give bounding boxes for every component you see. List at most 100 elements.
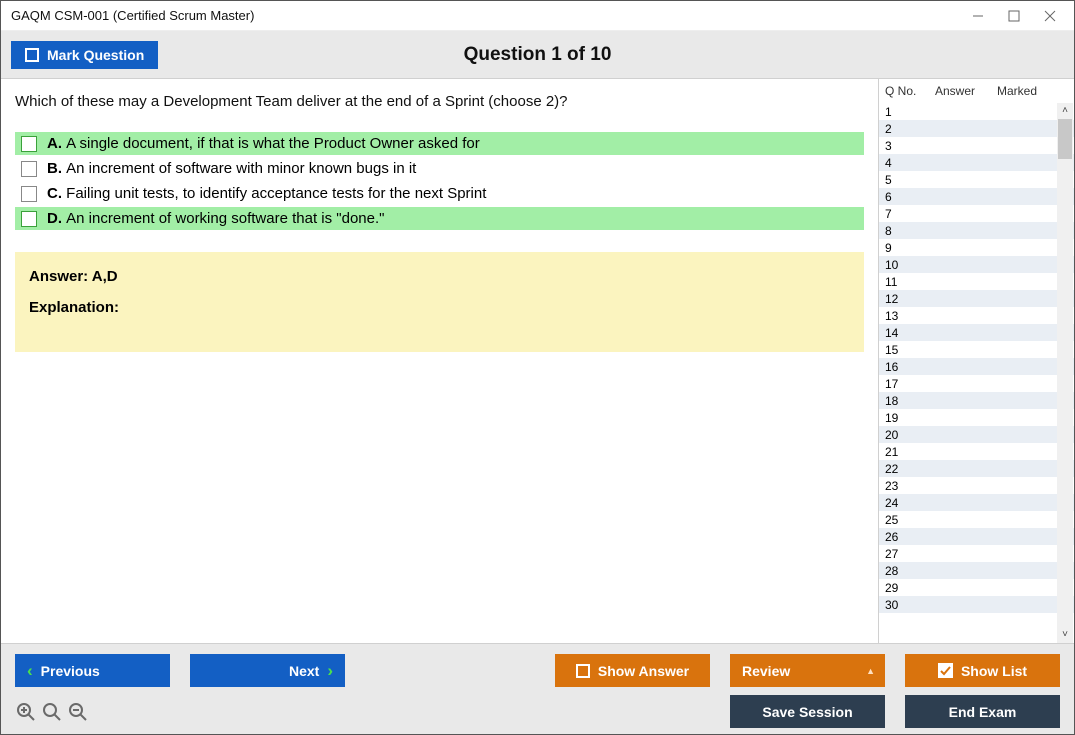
question-list-row[interactable]: 14	[879, 324, 1074, 341]
question-counter: Question 1 of 10	[1, 44, 1074, 66]
zoom-in-button[interactable]	[15, 701, 37, 723]
answer-option[interactable]: C. Failing unit tests, to identify accep…	[15, 182, 864, 205]
qno-cell: 8	[879, 224, 929, 238]
checkbox-icon[interactable]	[21, 136, 37, 152]
question-list-row[interactable]: 25	[879, 511, 1074, 528]
question-list-row[interactable]: 4	[879, 154, 1074, 171]
header-marked: Marked	[991, 84, 1058, 98]
show-list-button[interactable]: Show List	[905, 654, 1060, 687]
previous-label: Previous	[41, 663, 100, 679]
review-button[interactable]: Review ▲	[730, 654, 885, 687]
checkbox-icon[interactable]	[21, 211, 37, 227]
checkbox-icon[interactable]	[21, 186, 37, 202]
question-list-row[interactable]: 22	[879, 460, 1074, 477]
scroll-track[interactable]	[1057, 119, 1073, 627]
question-panel: Which of these may a Development Team de…	[1, 79, 878, 643]
question-list-row[interactable]: 9	[879, 239, 1074, 256]
answer-explanation-box: Answer: A,D Explanation:	[15, 252, 864, 352]
question-list-row[interactable]: 5	[879, 171, 1074, 188]
question-list-row[interactable]: 17	[879, 375, 1074, 392]
zoom-out-icon	[67, 701, 89, 723]
question-list-row[interactable]: 24	[879, 494, 1074, 511]
qno-cell: 19	[879, 411, 929, 425]
save-session-label: Save Session	[762, 704, 852, 720]
question-list-header: Q No. Answer Marked	[879, 79, 1074, 103]
zoom-reset-button[interactable]	[41, 701, 63, 723]
answer-line: Answer: A,D	[29, 268, 850, 285]
question-text: Which of these may a Development Team de…	[15, 93, 864, 110]
question-list-row[interactable]: 1	[879, 103, 1074, 120]
qno-cell: 27	[879, 547, 929, 561]
chevron-left-icon: ‹	[27, 661, 33, 681]
qno-cell: 11	[879, 275, 929, 289]
answer-option[interactable]: A. A single document, if that is what th…	[15, 132, 864, 155]
question-list-row[interactable]: 29	[879, 579, 1074, 596]
show-list-label: Show List	[961, 663, 1027, 679]
question-list-row[interactable]: 10	[879, 256, 1074, 273]
save-session-button[interactable]: Save Session	[730, 695, 885, 728]
qno-cell: 22	[879, 462, 929, 476]
body-area: Which of these may a Development Team de…	[1, 79, 1074, 643]
question-list-row[interactable]: 28	[879, 562, 1074, 579]
show-answer-label: Show Answer	[598, 663, 689, 679]
question-list-row[interactable]: 8	[879, 222, 1074, 239]
app-window: GAQM CSM-001 (Certified Scrum Master) Ma…	[0, 0, 1075, 735]
qno-cell: 24	[879, 496, 929, 510]
question-list-row[interactable]: 15	[879, 341, 1074, 358]
end-exam-label: End Exam	[949, 704, 1017, 720]
header-qno: Q No.	[879, 84, 929, 98]
qno-cell: 20	[879, 428, 929, 442]
option-text: A. A single document, if that is what th…	[47, 135, 480, 152]
question-list-row[interactable]: 3	[879, 137, 1074, 154]
option-text: D. An increment of working software that…	[47, 210, 384, 227]
answer-option[interactable]: D. An increment of working software that…	[15, 207, 864, 230]
button-row-1: ‹ Previous Next › Show Answer Review ▲ S…	[15, 654, 1060, 687]
qno-cell: 17	[879, 377, 929, 391]
zoom-in-icon	[15, 701, 37, 723]
scroll-down-icon[interactable]: ˅	[1062, 627, 1068, 643]
chevron-right-icon: ›	[327, 661, 333, 681]
question-list-row[interactable]: 12	[879, 290, 1074, 307]
checkbox-icon	[576, 664, 590, 678]
close-button[interactable]	[1032, 4, 1068, 28]
previous-button[interactable]: ‹ Previous	[15, 654, 170, 687]
question-list-row[interactable]: 21	[879, 443, 1074, 460]
scroll-thumb[interactable]	[1058, 119, 1072, 159]
qno-cell: 13	[879, 309, 929, 323]
qno-cell: 26	[879, 530, 929, 544]
zoom-out-button[interactable]	[67, 701, 89, 723]
question-list-row[interactable]: 18	[879, 392, 1074, 409]
question-list-row[interactable]: 2	[879, 120, 1074, 137]
option-text: C. Failing unit tests, to identify accep…	[47, 185, 486, 202]
question-list[interactable]: 1234567891011121314151617181920212223242…	[879, 103, 1074, 643]
question-list-row[interactable]: 19	[879, 409, 1074, 426]
question-list-row[interactable]: 7	[879, 205, 1074, 222]
question-list-row[interactable]: 23	[879, 477, 1074, 494]
end-exam-button[interactable]: End Exam	[905, 695, 1060, 728]
next-button[interactable]: Next ›	[190, 654, 345, 687]
question-list-row[interactable]: 27	[879, 545, 1074, 562]
answer-option[interactable]: B. An increment of software with minor k…	[15, 157, 864, 180]
question-list-row[interactable]: 30	[879, 596, 1074, 613]
qno-cell: 5	[879, 173, 929, 187]
question-list-row[interactable]: 11	[879, 273, 1074, 290]
maximize-button[interactable]	[996, 4, 1032, 28]
scrollbar[interactable]: ˄ ˅	[1057, 103, 1073, 643]
question-list-row[interactable]: 13	[879, 307, 1074, 324]
qno-cell: 29	[879, 581, 929, 595]
question-list-row[interactable]: 6	[879, 188, 1074, 205]
minimize-icon	[972, 10, 984, 22]
question-list-row[interactable]: 16	[879, 358, 1074, 375]
zoom-icon	[41, 701, 63, 723]
close-icon	[1044, 10, 1056, 22]
question-list-row[interactable]: 26	[879, 528, 1074, 545]
checkbox-icon[interactable]	[21, 161, 37, 177]
scroll-up-icon[interactable]: ˄	[1062, 103, 1068, 119]
qno-cell: 9	[879, 241, 929, 255]
question-list-row[interactable]: 20	[879, 426, 1074, 443]
minimize-button[interactable]	[960, 4, 996, 28]
bottom-bar: ‹ Previous Next › Show Answer Review ▲ S…	[1, 643, 1074, 734]
show-answer-button[interactable]: Show Answer	[555, 654, 710, 687]
mark-question-button[interactable]: Mark Question	[11, 41, 158, 69]
zoom-controls	[15, 701, 89, 723]
